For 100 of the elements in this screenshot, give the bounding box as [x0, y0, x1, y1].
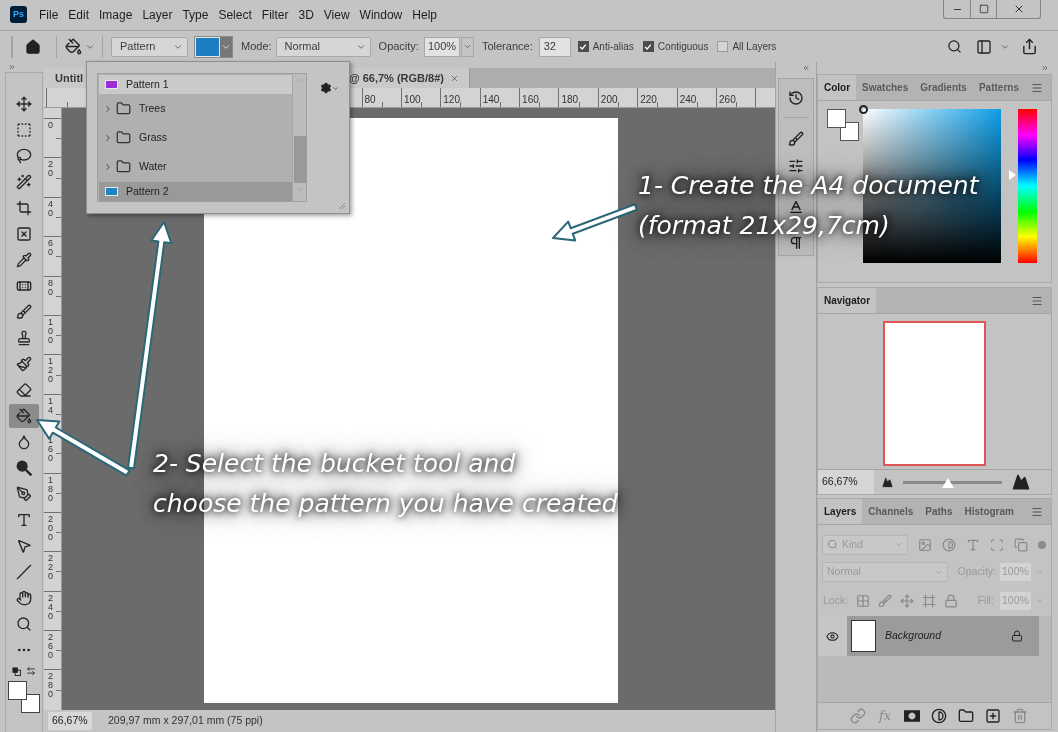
mask-icon[interactable]	[904, 710, 920, 722]
ruler-label: 120	[48, 357, 54, 387]
ruler-label: 200	[600, 94, 618, 105]
checkbox[interactable]	[577, 41, 589, 52]
hue-slider-thumb[interactable]	[1009, 170, 1016, 181]
navigator-preview[interactable]	[883, 321, 986, 466]
folder-row[interactable]: Trees	[99, 94, 292, 123]
scrollbar-thumb[interactable]	[293, 136, 306, 183]
ruler-label: 20	[48, 160, 54, 181]
lock-icon[interactable]	[1011, 630, 1023, 642]
app-logo: Ps	[10, 6, 27, 23]
zoom-slider-thumb[interactable]	[941, 477, 954, 488]
tool-button[interactable]	[9, 404, 39, 428]
background-color-swatch[interactable]	[21, 694, 40, 713]
pattern-row[interactable]: Pattern 1	[99, 75, 292, 94]
menu-item[interactable]: Select	[218, 7, 252, 23]
caret-icon	[1035, 596, 1044, 605]
menu-item[interactable]: Filter	[261, 7, 289, 23]
status-zoom-field[interactable]: 66,67%	[48, 712, 92, 730]
paint-bucket-icon	[16, 408, 32, 424]
panel-menu-icon[interactable]	[1031, 505, 1043, 518]
share-icon[interactable]	[1021, 38, 1038, 55]
menu-item[interactable]: View	[323, 7, 350, 23]
pointer-icon	[16, 538, 32, 554]
menu-item[interactable]: Type	[182, 7, 209, 23]
large-mountain-icon[interactable]	[1012, 473, 1030, 491]
checkbox-label: Contiguous	[657, 40, 709, 54]
tolerance-field[interactable]: 32	[538, 36, 571, 57]
paintbrush-icon	[16, 356, 32, 372]
menu-item[interactable]: Layer	[142, 7, 173, 23]
scrollbar[interactable]	[292, 74, 306, 201]
search-icon[interactable]	[947, 39, 962, 54]
pattern-row[interactable]: Pattern 2	[99, 182, 292, 201]
move-icon	[16, 96, 32, 112]
eraser-icon	[16, 382, 32, 398]
foreground-color-swatch[interactable]	[827, 109, 846, 128]
chevron-icon[interactable]	[103, 103, 113, 114]
pattern-swatch-button[interactable]	[194, 35, 233, 58]
folder-icon	[116, 130, 131, 145]
history-icon[interactable]	[788, 90, 804, 106]
settings-icon[interactable]	[320, 82, 332, 94]
menu-item[interactable]: File	[39, 7, 59, 23]
folder-row[interactable]: Water	[99, 152, 292, 181]
ruler-label: 260	[48, 633, 54, 663]
collapse-icon[interactable]	[802, 64, 810, 72]
ruler-label: 40	[48, 199, 54, 220]
menu-item[interactable]: Image	[99, 7, 133, 23]
panel-tab[interactable]: Navigator	[818, 288, 877, 313]
folder-name: Water	[139, 158, 167, 174]
maximize-button[interactable]	[971, 0, 997, 19]
ruler-label: 220	[48, 554, 54, 584]
ruler-label: 14	[48, 396, 54, 417]
folder-name: Grass	[139, 129, 167, 145]
paint-bucket-icon	[65, 38, 82, 55]
small-mountain-icon[interactable]	[882, 476, 893, 488]
half-circle-icon[interactable]	[931, 708, 947, 724]
checkered-square-icon[interactable]	[856, 593, 871, 608]
menu-item[interactable]: Window	[359, 7, 403, 23]
layer-row[interactable]: Background	[847, 616, 1039, 656]
filter-toggle-icon[interactable]	[1038, 540, 1046, 549]
background-color-swatch[interactable]	[840, 122, 859, 141]
foreground-color-swatch[interactable]	[8, 681, 27, 700]
resize-grip-icon[interactable]	[338, 202, 346, 210]
opacity-field[interactable]: 100%	[423, 36, 460, 57]
navigator-zoom-field[interactable]: 66,67%	[818, 470, 874, 494]
two-way-arrow-icon[interactable]	[26, 666, 36, 676]
panel-menu-icon[interactable]	[1031, 294, 1043, 307]
chevron-icon[interactable]	[103, 132, 113, 143]
eye-icon	[826, 629, 839, 643]
ring-marker-icon[interactable]	[859, 105, 868, 114]
expand-icon[interactable]	[8, 63, 16, 71]
panel-tab[interactable]: Color	[818, 75, 857, 100]
fill-source-dropdown[interactable]: Pattern	[111, 36, 188, 57]
folder-icon	[116, 101, 131, 116]
menu-item[interactable]: Edit	[68, 7, 90, 23]
checkbox[interactable]	[642, 41, 654, 52]
expand-icon[interactable]	[1041, 64, 1049, 72]
menu-item[interactable]: Help	[412, 7, 437, 23]
visibility-toggle[interactable]	[818, 616, 847, 656]
workspace-icon[interactable]	[976, 38, 992, 55]
pen-icon	[16, 486, 32, 502]
layer-name: Background	[885, 628, 942, 644]
tolerance-label: Tolerance:	[481, 39, 533, 55]
checkbox[interactable]	[717, 41, 729, 52]
default-colors-icon[interactable]	[12, 666, 21, 676]
droplet-icon	[16, 434, 32, 450]
ruler-label: 200	[48, 514, 54, 544]
brush-icon	[16, 304, 32, 320]
caret-icon	[462, 42, 472, 51]
panel-menu-icon[interactable]	[1031, 81, 1043, 94]
close-icon[interactable]	[450, 73, 459, 83]
new-layer-icon[interactable]	[985, 708, 1001, 724]
folder-icon[interactable]	[958, 708, 974, 724]
brush-icon[interactable]	[788, 131, 804, 147]
folder-row[interactable]: Grass	[99, 123, 292, 152]
chevron-icon[interactable]	[103, 161, 113, 172]
panel-tab[interactable]: Layers	[818, 499, 863, 524]
menu-item[interactable]: 3D	[298, 7, 314, 23]
pattern-name: Pattern 2	[126, 183, 169, 199]
mode-dropdown[interactable]: Normal	[275, 36, 371, 57]
